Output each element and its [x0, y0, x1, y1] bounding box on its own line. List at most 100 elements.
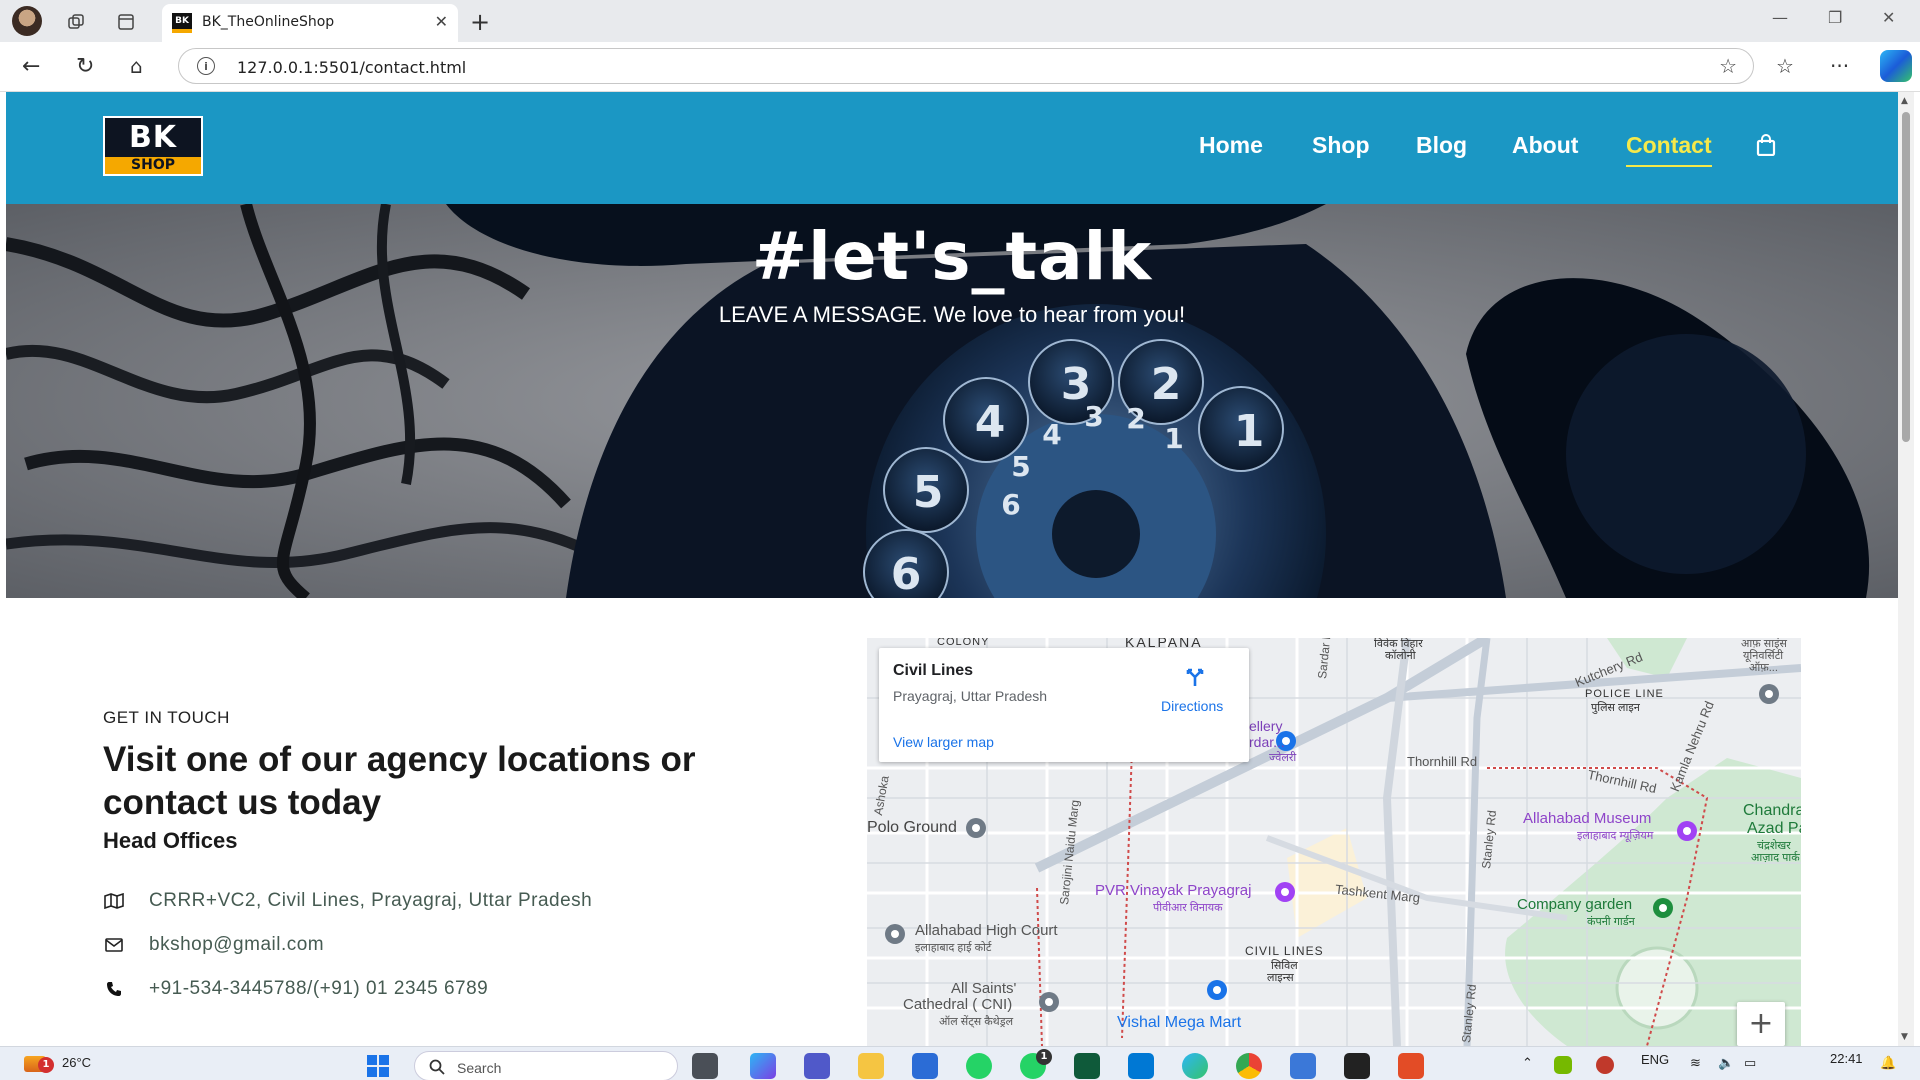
restore-icon[interactable]: ❐: [1828, 8, 1842, 27]
email-row: bkshop@gmail.com: [103, 934, 324, 956]
wifi-icon[interactable]: ≋: [1690, 1055, 1701, 1071]
app-icon[interactable]: [1290, 1053, 1316, 1079]
battery-icon[interactable]: ▭: [1744, 1055, 1756, 1071]
home-icon[interactable]: ⌂: [130, 54, 143, 78]
active-tab[interactable]: BK BK_TheOnlineShop ✕: [162, 4, 458, 42]
close-window-icon[interactable]: ✕: [1882, 8, 1895, 27]
windows-taskbar: 1 26°C Search 1 ⌃ ENG ≋ 🔈 ▭ 22:41 🔔: [0, 1046, 1920, 1080]
svg-text:3: 3: [1084, 400, 1103, 433]
clock-time[interactable]: 22:41: [1830, 1051, 1863, 1066]
store-icon[interactable]: [912, 1053, 938, 1079]
embedded-map[interactable]: COLONY KALPANA विवेक विहार कॉलोनी Sardar…: [867, 638, 1801, 1046]
map-label: कॉलोनी: [1385, 650, 1416, 662]
url-text: 127.0.0.1:5501/contact.html: [237, 58, 467, 77]
task-view-icon[interactable]: [692, 1053, 718, 1079]
edge-icon[interactable]: [1182, 1053, 1208, 1079]
map-label: COLONY: [937, 638, 990, 648]
map-label: पीवीआर विनायक: [1153, 902, 1223, 914]
refresh-icon[interactable]: ↻: [76, 54, 94, 79]
map-label: ज्वेलरी: [1269, 752, 1297, 764]
chrome-icon[interactable]: [1236, 1053, 1262, 1079]
nav-home[interactable]: Home: [1199, 132, 1263, 159]
copilot-app-icon[interactable]: [750, 1053, 776, 1079]
map-label: कंपनी गार्डन: [1587, 916, 1635, 928]
map-label: Cathedral ( CNI): [903, 996, 1013, 1013]
tray-chevron-icon[interactable]: ⌃: [1522, 1055, 1533, 1071]
notifications-icon[interactable]: 🔔: [1880, 1055, 1896, 1071]
map-label: पुलिस लाइन: [1591, 702, 1640, 714]
more-menu-icon[interactable]: ···: [1830, 54, 1849, 78]
language-indicator[interactable]: ENG: [1641, 1052, 1669, 1067]
hero-banner: 1 2 3 4 5 6 1 2 3 4 5 6 #let's_talk LEAV…: [6, 204, 1898, 598]
scroll-down-icon[interactable]: ▼: [1901, 1032, 1908, 1042]
nav-shop[interactable]: Shop: [1312, 132, 1370, 159]
directions-link[interactable]: Directions: [1161, 698, 1223, 714]
phone-icon: [103, 979, 125, 999]
page-scrollbar[interactable]: ▲ ▼: [1898, 92, 1914, 1046]
map-label: CIVIL LINES: [1245, 944, 1324, 958]
file-explorer-icon[interactable]: [858, 1053, 884, 1079]
site-logo[interactable]: BK SHOP: [103, 116, 203, 176]
map-zoom-in-button[interactable]: +: [1737, 1002, 1785, 1046]
svg-text:1: 1: [1164, 422, 1183, 455]
vertical-tabs-icon[interactable]: [112, 8, 140, 36]
view-larger-map-link[interactable]: View larger map: [893, 734, 994, 750]
map-place-title: Civil Lines: [893, 662, 974, 679]
favorites-icon[interactable]: ☆: [1776, 54, 1794, 78]
taskbar-search[interactable]: Search: [414, 1051, 678, 1080]
phone-text[interactable]: +91-534-3445788/(+91) 01 2345 6789: [149, 978, 488, 1000]
new-tab-icon[interactable]: +: [470, 8, 490, 36]
page-viewport: BK SHOP Home Shop Blog About Contact 1 2…: [6, 92, 1898, 1046]
map-label: इलाहाबाद हाई कोर्ट: [915, 942, 992, 954]
url-field[interactable]: i 127.0.0.1:5501/contact.html ☆: [178, 48, 1754, 84]
app-icon[interactable]: [1074, 1053, 1100, 1079]
map-label: ellery: [1249, 718, 1283, 734]
scroll-up-icon[interactable]: ▲: [1901, 96, 1908, 106]
tray-app-icon[interactable]: [1596, 1056, 1614, 1074]
scrollbar-thumb[interactable]: [1902, 112, 1910, 442]
map-info-card: Civil Lines Prayagraj, Uttar Pradesh Dir…: [879, 648, 1249, 762]
map-label: लाइन्स: [1267, 972, 1294, 984]
envelope-icon: [103, 935, 125, 955]
app-icon[interactable]: [1398, 1053, 1424, 1079]
copilot-icon[interactable]: [1880, 50, 1912, 82]
hero-subtitle: LEAVE A MESSAGE. We love to hear from yo…: [718, 302, 1186, 327]
vscode-icon[interactable]: [1128, 1053, 1154, 1079]
address-bar-row: ← ↻ ⌂ i 127.0.0.1:5501/contact.html ☆ ☆ …: [0, 42, 1920, 92]
nav-blog[interactable]: Blog: [1416, 132, 1467, 159]
weather-badge: 1: [38, 1057, 54, 1073]
weather-temp[interactable]: 26°C: [62, 1055, 91, 1070]
svg-text:2: 2: [1151, 359, 1182, 410]
whatsapp-icon[interactable]: [966, 1053, 992, 1079]
map-label: POLICE LINE: [1585, 688, 1664, 700]
nav-contact[interactable]: Contact: [1626, 132, 1712, 167]
map-label: Vishal Mega Mart: [1117, 1014, 1242, 1031]
contact-section: GET IN TOUCH Visit one of our agency loc…: [6, 598, 1898, 1046]
back-icon[interactable]: ←: [22, 54, 40, 79]
volume-icon[interactable]: 🔈: [1718, 1055, 1734, 1071]
favorite-star-icon[interactable]: ☆: [1719, 54, 1737, 78]
hero-title: #let's_talk: [751, 218, 1153, 295]
directions-icon[interactable]: [1183, 664, 1207, 688]
phone-row: +91-534-3445788/(+91) 01 2345 6789: [103, 978, 488, 1000]
svg-text:4: 4: [1042, 418, 1061, 451]
nvidia-icon[interactable]: [1554, 1056, 1572, 1074]
search-placeholder: Search: [457, 1060, 502, 1076]
profile-avatar[interactable]: [12, 6, 42, 36]
minimize-icon[interactable]: —: [1772, 8, 1788, 27]
search-icon: [429, 1059, 445, 1075]
map-icon: [103, 891, 125, 911]
site-info-icon[interactable]: i: [197, 57, 215, 75]
map-label: इलाहाबाद म्यूज़ियम: [1577, 830, 1654, 842]
email-text[interactable]: bkshop@gmail.com: [149, 934, 324, 956]
nav-about[interactable]: About: [1512, 132, 1578, 159]
windows-start-icon[interactable]: [366, 1054, 390, 1080]
map-label: All Saints': [951, 980, 1017, 997]
shopping-bag-icon[interactable]: [1756, 134, 1776, 156]
workspaces-icon[interactable]: [62, 8, 90, 36]
teams-icon[interactable]: [804, 1053, 830, 1079]
terminal-icon[interactable]: [1344, 1053, 1370, 1079]
close-tab-icon[interactable]: ✕: [435, 12, 448, 31]
map-label: Allahabad Museum: [1523, 810, 1652, 827]
logo-text-bottom: SHOP: [105, 157, 201, 174]
